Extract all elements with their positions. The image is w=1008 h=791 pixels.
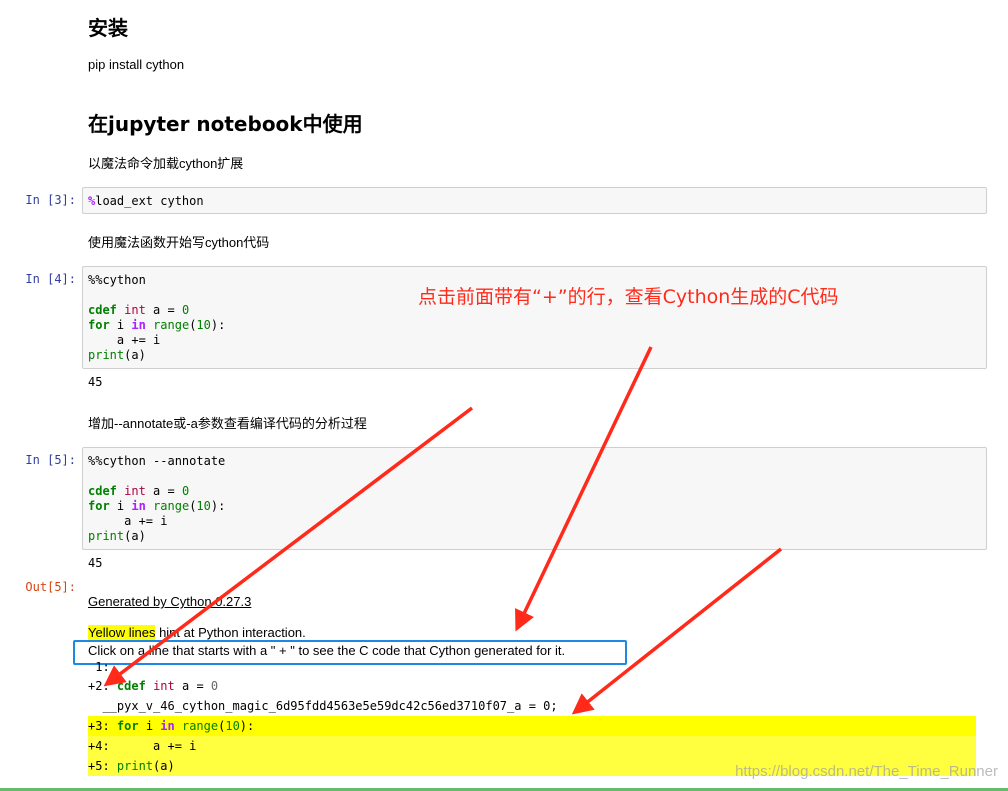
arrow-to-c-code (571, 547, 783, 715)
annotation-arrows (103, 346, 783, 715)
arrow-to-plus2 (103, 406, 474, 687)
arrow-to-click-text (515, 346, 653, 632)
watermark: https://blog.csdn.net/The_Time_Runner (735, 763, 998, 780)
